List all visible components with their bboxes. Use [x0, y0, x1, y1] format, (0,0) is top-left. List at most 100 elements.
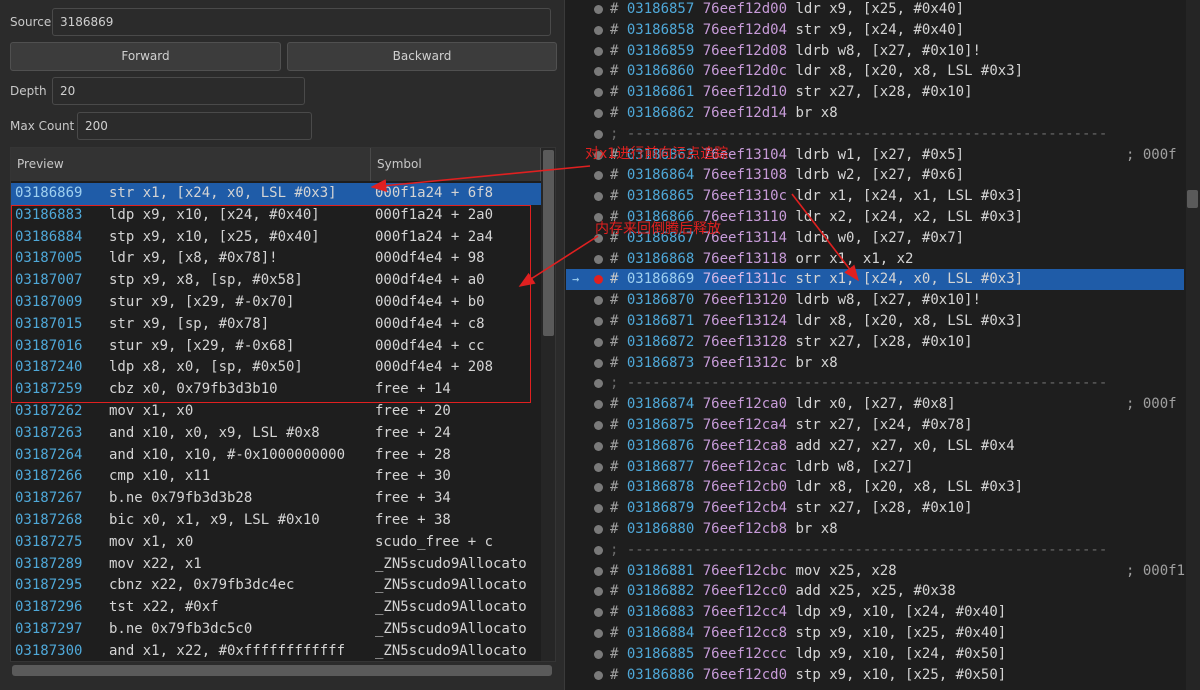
trace-row[interactable]: # 03186873 76eef1312c br x8 — [566, 353, 1184, 374]
backward-button[interactable]: Backward — [287, 42, 557, 71]
trace-comment: ; 000f1 — [1126, 562, 1186, 579]
trace-mnemonic: stp — [795, 666, 821, 683]
trace-row[interactable]: # 03186872 76eef13128 str x27, [x28, #0x… — [566, 332, 1184, 353]
trace-row[interactable]: # 03186857 76eef12d00 ldr x9, [x25, #0x4… — [566, 0, 1184, 20]
trace-row[interactable]: # 03186882 76eef12cc0 add x25, x25, #0x3… — [566, 581, 1184, 602]
trace-text: # 03186859 76eef12d08 ldrb w8, [x27, #0x… — [610, 41, 981, 62]
trace-row[interactable]: # 03186877 76eef12cac ldrb w8, [x27] — [566, 457, 1184, 478]
trace-row[interactable]: # 03186880 76eef12cb8 br x8 — [566, 519, 1184, 540]
hash-mark: # — [610, 42, 627, 59]
trace-address: 76eef13120 — [702, 292, 788, 309]
trace-row[interactable]: # 03186865 76eef1310c ldr x1, [x24, x1, … — [566, 186, 1184, 207]
trace-comment: ; 000f — [1126, 396, 1177, 413]
trace-mnemonic: ldrb — [795, 146, 830, 163]
trace-mnemonic: mov — [795, 562, 821, 579]
bullet-icon — [594, 337, 603, 347]
trace-row[interactable]: # 03186874 76eef12ca0 ldr x0, [x27, #0x8… — [566, 394, 1184, 415]
trace-operands: x27, [x28, #0x10] — [829, 333, 973, 350]
trace-row[interactable]: # 03186859 76eef12d08 ldrb w8, [x27, #0x… — [566, 41, 1184, 62]
trace-row[interactable]: # 03186858 76eef12d04 str x9, [x24, #0x4… — [566, 20, 1184, 41]
table-vscroll-thumb[interactable] — [543, 150, 554, 336]
trace-row[interactable]: # 03186879 76eef12cb4 str x27, [x28, #0x… — [566, 498, 1184, 519]
source-input[interactable]: 3186869 — [52, 8, 551, 36]
hash-mark: # — [610, 666, 627, 683]
row-symbol: free + 28 — [375, 446, 451, 463]
table-row[interactable]: 03187267 b.ne 0x79fb3d3b28 free + 34 — [11, 488, 541, 510]
trace-separator: ; --------------------------------------… — [566, 124, 1184, 145]
trace-address: 76eef12d14 — [702, 105, 788, 121]
trace-row[interactable]: # 03186860 76eef12d0c ldr x8, [x20, x8, … — [566, 61, 1184, 82]
trace-row[interactable]: # 03186884 76eef12cc8 stp x9, x10, [x25,… — [566, 623, 1184, 644]
table-row[interactable]: 03187264 and x10, x10, #-0x1000000000 free… — [11, 445, 541, 467]
trace-text: # 03186861 76eef12d10 str x27, [x28, #0x… — [610, 82, 973, 103]
table-row[interactable]: 03187268 bic x0, x1, x9, LSL #0x10 free + … — [11, 510, 541, 532]
trace-mnemonic: add — [795, 437, 821, 454]
bullet-icon — [594, 649, 603, 659]
table-row[interactable]: 03187296 tst x22, #0xf _ZN5scudo9Allocato — [11, 597, 541, 619]
depth-input[interactable]: 20 — [52, 77, 305, 105]
trace-operands: x25, x28 — [829, 562, 897, 579]
table-row[interactable]: 03187295 cbnz x22, 0x79fb3dc4ec _ZN5scudo9… — [11, 575, 541, 597]
trace-row[interactable]: # 03186885 76eef12ccc ldp x9, x10, [x24,… — [566, 644, 1184, 665]
table-hscroll-thumb[interactable] — [12, 665, 552, 676]
forward-button[interactable]: Forward — [10, 42, 281, 71]
trace-row[interactable]: # 03186878 76eef12cb0 ldr x8, [x20, x8, … — [566, 477, 1184, 498]
row-instruction: tst x22, #0xf — [109, 599, 219, 616]
trace-text: # 03186880 76eef12cb8 br x8 — [610, 519, 838, 540]
trace-index: 03186872 — [626, 333, 695, 350]
trace-vscroll-thumb[interactable] — [1187, 190, 1198, 208]
column-header-preview[interactable]: Preview — [11, 148, 371, 181]
trace-operands: w8, [x27, #0x10]! — [837, 292, 981, 309]
trace-row[interactable]: # 03186870 76eef13120 ldrb w8, [x27, #0x… — [566, 290, 1184, 311]
trace-operands: x9, x10, [x25, #0x40] — [829, 625, 1007, 641]
trace-operands: w8, [x27] — [837, 458, 914, 475]
table-row[interactable]: 03186869 str x1, [x24, x0, LSL #0x3] 000f1… — [11, 183, 541, 205]
trace-row[interactable]: → # 03186869 76eef1311c str x1, [x24, x0,… — [566, 269, 1184, 291]
trace-index: 03186861 — [626, 84, 695, 101]
row-instruction: mov x22, x1 — [109, 555, 202, 572]
table-row[interactable]: 03187300 and x1, x22, #0xffffffffffff _ZN5… — [11, 641, 541, 661]
trace-mnemonic: br — [795, 105, 813, 121]
trace-text: ; --------------------------------------… — [610, 540, 1107, 561]
trace-text: # 03186864 76eef13108 ldrb w2, [x27, #0x… — [610, 165, 964, 186]
trace-text: # 03186874 76eef12ca0 ldr x0, [x27, #0x8… — [610, 394, 956, 415]
trace-row[interactable]: # 03186871 76eef13124 ldr x8, [x20, x8, … — [566, 311, 1184, 332]
maxcount-input[interactable]: 200 — [77, 112, 312, 140]
table-row[interactable]: 03187262 mov x1, x0 free + 20 — [11, 401, 541, 423]
row-instruction: cmp x10, x11 — [109, 468, 211, 485]
trace-address: 76eef12ca0 — [702, 396, 788, 413]
trace-row[interactable]: # 03186881 76eef12cbc mov x25, x28 ; 000f… — [566, 561, 1186, 582]
trace-row[interactable]: # 03186861 76eef12d10 str x27, [x28, #0x… — [566, 82, 1184, 103]
trace-index: 03186874 — [626, 396, 695, 413]
column-header-symbol[interactable]: Symbol — [371, 148, 541, 181]
trace-operands: x1, [x24, x0, LSL #0x3] — [829, 271, 1024, 288]
table-row[interactable]: 03187263 and x10, x0, x9, LSL #0x8 free + … — [11, 423, 541, 445]
trace-row[interactable]: # 03186883 76eef12cc4 ldp x9, x10, [x24,… — [566, 602, 1184, 623]
trace-row[interactable]: # 03186876 76eef12ca8 add x27, x27, x0, … — [566, 436, 1184, 457]
bullet-icon — [594, 483, 603, 493]
trace-row[interactable]: # 03186868 76eef13118 orr x1, x1, x2 — [566, 249, 1184, 270]
trace-mnemonic: ldr — [795, 188, 821, 205]
maxcount-row: Max Count 200 — [0, 112, 312, 140]
trace-separator: ; --------------------------------------… — [566, 373, 1184, 394]
trace-row[interactable]: # 03186886 76eef12cd0 stp x9, x10, [x25,… — [566, 665, 1184, 686]
table-row[interactable]: 03187275 mov x1, x0 scudo_free + c — [11, 532, 541, 554]
trace-row[interactable]: # 03186864 76eef13108 ldrb w2, [x27, #0x… — [566, 165, 1184, 186]
hash-mark: # — [610, 292, 627, 309]
table-row[interactable]: 03187266 cmp x10, x11 free + 30 — [11, 466, 541, 488]
row-index: 03187295 — [15, 577, 83, 594]
trace-address: 76eef13124 — [702, 313, 788, 329]
trace-address: 76eef1312c — [702, 354, 788, 371]
table-row[interactable]: 03187297 b.ne 0x79fb3dc5c0 _ZN5scudo9Alloc… — [11, 619, 541, 641]
row-index: 03187296 — [15, 599, 83, 616]
trace-separator: ; --------------------------------------… — [566, 540, 1184, 561]
trace-row[interactable]: # 03186875 76eef12ca4 str x27, [x24, #0x… — [566, 415, 1184, 436]
table-row[interactable]: 03187289 mov x22, x1 _ZN5scudo9Allocato — [11, 554, 541, 576]
trace-vscroll-track[interactable] — [1186, 0, 1200, 690]
row-index: 03187262 — [15, 403, 83, 419]
trace-index: 03186883 — [626, 604, 695, 621]
trace-row[interactable]: # 03186862 76eef12d14 br x8 — [566, 103, 1184, 124]
trace-address: 76eef1311c — [702, 271, 788, 288]
trace-operands: x8, [x20, x8, LSL #0x3] — [829, 313, 1024, 329]
trace-index: 03186870 — [626, 292, 695, 309]
